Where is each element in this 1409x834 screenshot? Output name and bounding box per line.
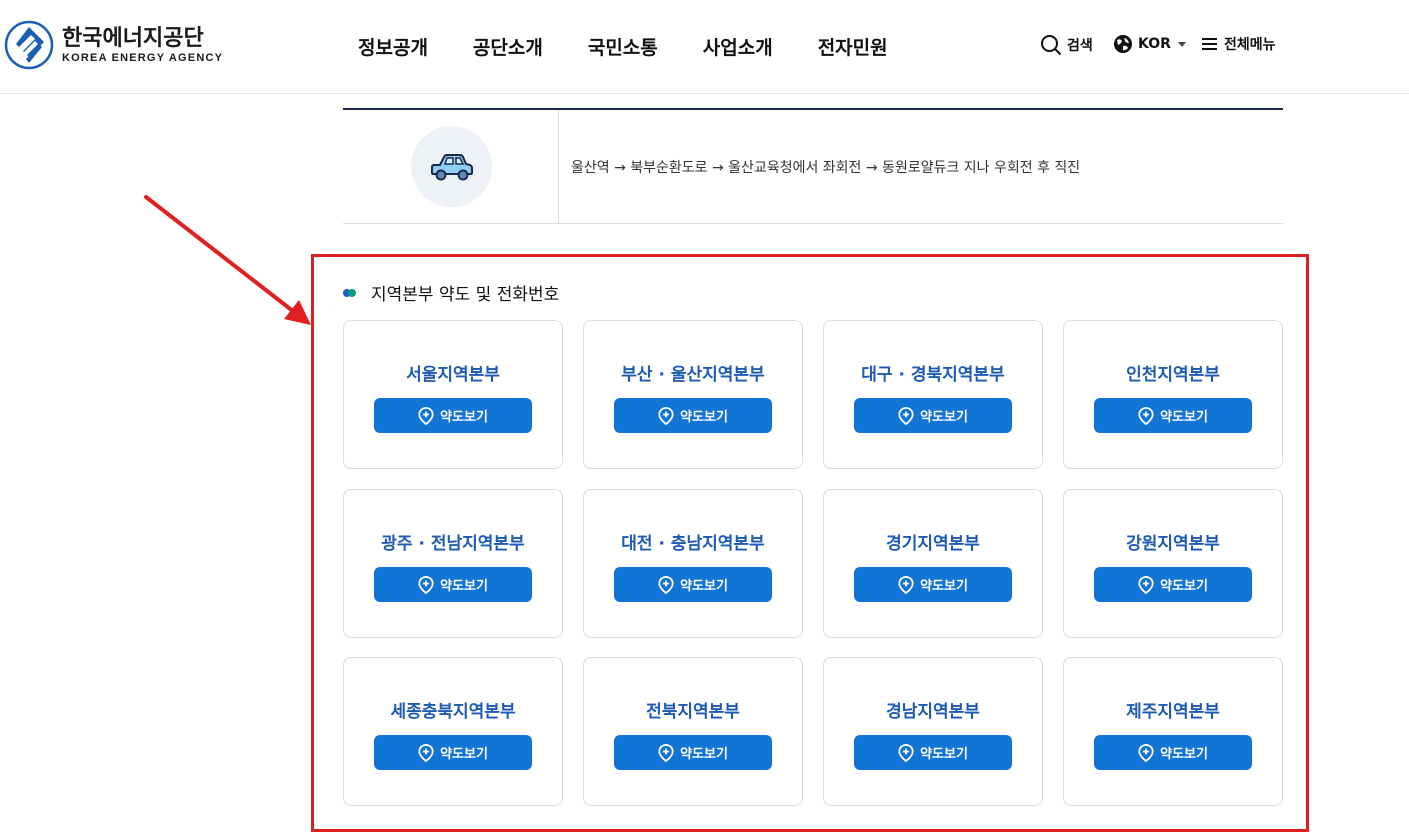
regional-office-name: 대구 · 경북지역본부 [861, 365, 1005, 385]
regional-office-name: 대전 · 충남지역본부 [621, 534, 765, 554]
language-label: KOR [1138, 36, 1171, 52]
map-pin-icon [898, 406, 914, 425]
nav-item-info-disclosure[interactable]: 정보공개 [358, 33, 428, 60]
regional-office-card: 대전 · 충남지역본부약도보기 [583, 489, 803, 638]
regional-office-card: 대구 · 경북지역본부약도보기 [823, 320, 1043, 469]
map-pin-icon [658, 575, 674, 594]
map-pin-icon [418, 743, 434, 762]
caret-down-icon [1177, 42, 1186, 47]
main-navigation: 정보공개 공단소개 국민소통 사업소개 전자민원 [358, 33, 933, 60]
regional-office-card: 서울지역본부약도보기 [343, 320, 563, 469]
view-map-label: 약도보기 [680, 747, 728, 762]
globe-icon [1114, 35, 1132, 53]
all-menu-label: 전체메뉴 [1224, 37, 1276, 53]
view-map-button[interactable]: 약도보기 [854, 398, 1012, 433]
regional-office-card: 경기지역본부약도보기 [823, 489, 1043, 638]
regional-office-name: 부산 · 울산지역본부 [621, 365, 765, 385]
view-map-button[interactable]: 약도보기 [374, 398, 532, 433]
annotation-arrow-icon [144, 195, 311, 325]
view-map-label: 약도보기 [1160, 579, 1208, 594]
nav-item-business[interactable]: 사업소개 [703, 33, 773, 60]
regional-office-card: 세종충북지역본부약도보기 [343, 657, 563, 806]
view-map-label: 약도보기 [440, 747, 488, 762]
directions-row: 울산역 → 북부순환도로 → 울산교육청에서 좌회전 → 동원로얄듀크 지나 우… [343, 110, 1283, 224]
view-map-label: 약도보기 [440, 410, 488, 425]
logo-emblem-icon [4, 20, 54, 70]
view-map-label: 약도보기 [920, 579, 968, 594]
section-title: 지역본부 약도 및 전화번호 [371, 285, 560, 305]
regional-office-name: 전북지역본부 [646, 702, 740, 722]
hamburger-menu-icon [1202, 38, 1217, 50]
logo-korean-text: 한국에너지공단 [62, 25, 204, 51]
search-button[interactable]: 검색 [1040, 34, 1093, 56]
car-icon [430, 153, 473, 180]
section-heading: 지역본부 약도 및 전화번호 [343, 280, 559, 305]
view-map-button[interactable]: 약도보기 [1094, 567, 1252, 602]
language-selector[interactable]: KOR [1113, 34, 1189, 54]
view-map-label: 약도보기 [680, 410, 728, 425]
view-map-label: 약도보기 [920, 410, 968, 425]
regional-office-card: 광주 · 전남지역본부약도보기 [343, 489, 563, 638]
regional-office-name: 경남지역본부 [886, 702, 980, 722]
view-map-label: 약도보기 [440, 579, 488, 594]
regional-office-card: 강원지역본부약도보기 [1063, 489, 1283, 638]
bullet-dots-icon [343, 288, 357, 298]
map-pin-icon [1138, 743, 1154, 762]
view-map-label: 약도보기 [1160, 747, 1208, 762]
map-pin-icon [898, 743, 914, 762]
regional-office-card: 경남지역본부약도보기 [823, 657, 1043, 806]
car-icon-badge [411, 126, 492, 207]
map-pin-icon [898, 575, 914, 594]
regional-office-name: 세종충북지역본부 [390, 702, 516, 722]
map-pin-icon [1138, 406, 1154, 425]
search-label: 검색 [1067, 38, 1093, 54]
nav-item-communication[interactable]: 국민소통 [588, 33, 658, 60]
search-icon [1041, 35, 1062, 56]
view-map-label: 약도보기 [680, 579, 728, 594]
map-pin-icon [658, 743, 674, 762]
logo-english-text: KOREA ENERGY AGENCY [62, 51, 224, 64]
view-map-button[interactable]: 약도보기 [374, 567, 532, 602]
view-map-label: 약도보기 [920, 747, 968, 762]
view-map-button[interactable]: 약도보기 [614, 398, 772, 433]
regional-office-name: 광주 · 전남지역본부 [381, 534, 525, 554]
regional-office-name: 경기지역본부 [886, 534, 980, 554]
site-logo[interactable]: 한국에너지공단 KOREA ENERGY AGENCY [4, 20, 223, 70]
directions-text: 울산역 → 북부순환도로 → 울산교육청에서 좌회전 → 동원로얄듀크 지나 우… [571, 160, 1081, 176]
view-map-button[interactable]: 약도보기 [374, 735, 532, 770]
regional-office-card: 전북지역본부약도보기 [583, 657, 803, 806]
regional-office-name: 서울지역본부 [406, 365, 500, 385]
view-map-label: 약도보기 [1160, 410, 1208, 425]
nav-item-e-petition[interactable]: 전자민원 [818, 33, 888, 60]
regional-office-card: 제주지역본부약도보기 [1063, 657, 1283, 806]
map-pin-icon [1138, 575, 1154, 594]
map-pin-icon [658, 406, 674, 425]
all-menu-button[interactable]: 전체메뉴 [1201, 34, 1276, 54]
map-pin-icon [418, 575, 434, 594]
view-map-button[interactable]: 약도보기 [1094, 398, 1252, 433]
view-map-button[interactable]: 약도보기 [614, 735, 772, 770]
directions-icon-cell [343, 110, 559, 223]
nav-item-about[interactable]: 공단소개 [473, 33, 543, 60]
regional-office-card: 부산 · 울산지역본부약도보기 [583, 320, 803, 469]
view-map-button[interactable]: 약도보기 [854, 735, 1012, 770]
regional-office-name: 인천지역본부 [1126, 365, 1220, 385]
view-map-button[interactable]: 약도보기 [854, 567, 1012, 602]
regional-office-name: 강원지역본부 [1126, 534, 1220, 554]
regional-office-card: 인천지역본부약도보기 [1063, 320, 1283, 469]
site-header: 한국에너지공단 KOREA ENERGY AGENCY 정보공개 공단소개 국민… [0, 0, 1409, 94]
regional-office-name: 제주지역본부 [1126, 702, 1220, 722]
map-pin-icon [418, 406, 434, 425]
view-map-button[interactable]: 약도보기 [614, 567, 772, 602]
view-map-button[interactable]: 약도보기 [1094, 735, 1252, 770]
